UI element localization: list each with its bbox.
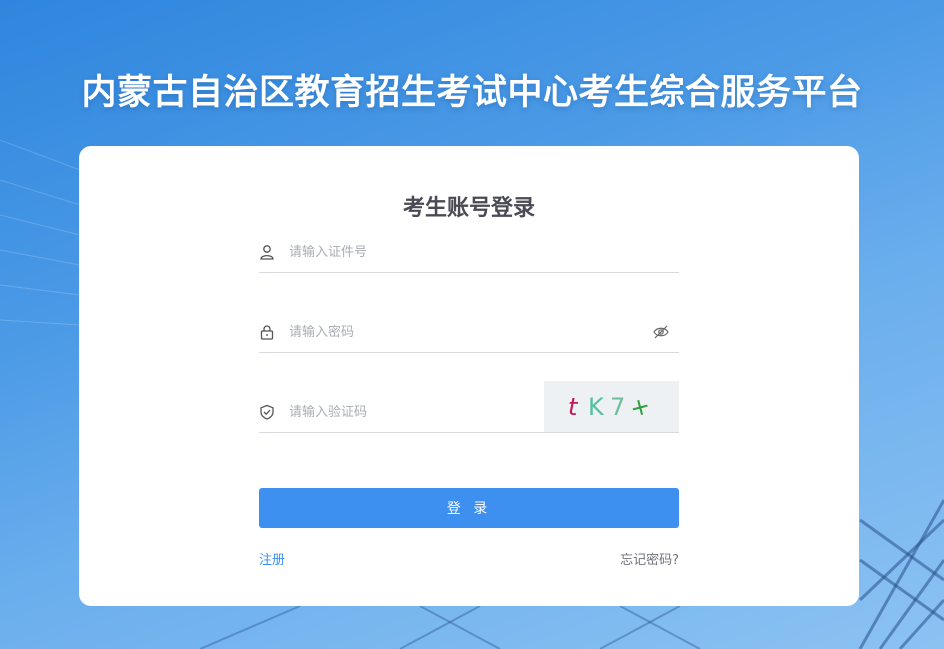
forgot-password-link[interactable]: 忘记密码? bbox=[620, 549, 679, 568]
captcha-char: t bbox=[568, 393, 578, 421]
login-button[interactable]: 登 录 bbox=[259, 488, 679, 528]
login-heading: 考生账号登录 bbox=[402, 196, 535, 221]
captcha-image[interactable]: t K 7 + bbox=[544, 381, 679, 432]
id-number-input[interactable] bbox=[289, 240, 669, 264]
captcha-char: + bbox=[626, 390, 654, 424]
captcha-char: K bbox=[588, 393, 604, 421]
password-input[interactable] bbox=[289, 320, 629, 344]
password-field bbox=[259, 312, 679, 353]
shield-check-icon bbox=[260, 404, 274, 420]
register-link[interactable]: 注册 bbox=[259, 549, 285, 568]
eye-slash-icon[interactable] bbox=[653, 325, 669, 339]
lock-icon bbox=[260, 325, 274, 340]
page-title: 内蒙古自治区教育招生考试中心考生综合服务平台 bbox=[81, 73, 863, 113]
login-card: 考生账号登录 t K 7 + 登 bbox=[79, 146, 859, 606]
captcha-char: 7 bbox=[610, 393, 626, 421]
id-field bbox=[259, 232, 679, 273]
captcha-input[interactable] bbox=[289, 400, 509, 424]
user-icon bbox=[260, 245, 274, 260]
captcha-field: t K 7 + bbox=[259, 381, 679, 433]
